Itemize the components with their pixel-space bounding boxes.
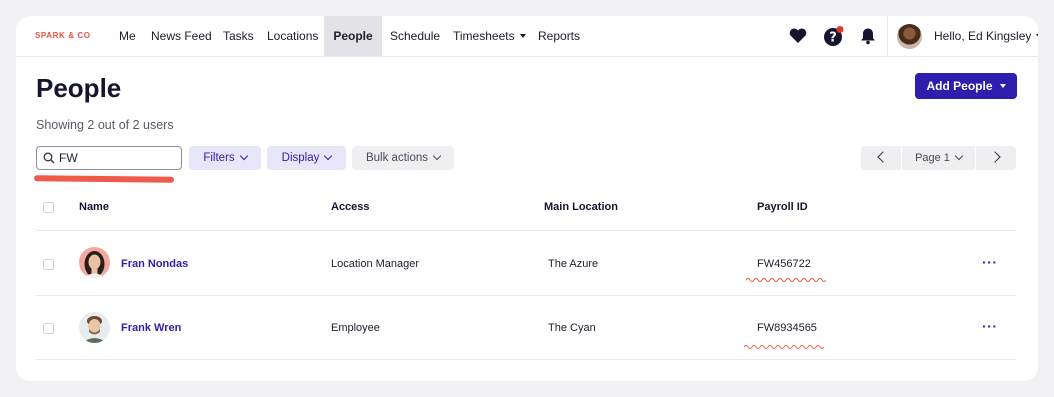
chevron-left-icon [876,151,889,163]
avatar [79,312,110,343]
annotation-squiggle [746,278,826,282]
person-name[interactable]: Fran Nondas [121,258,188,270]
chevron-down-icon [519,33,526,38]
chevron-down-icon [999,83,1006,88]
top-nav: SPARK & CO Me News Feed Tasks Locations … [16,16,1038,57]
search-icon [43,152,55,164]
payroll-cell: FW8934565 [757,322,817,334]
payroll-cell: FW456722 [757,258,811,270]
annotation-underline [33,175,175,183]
add-people-label: Add People [926,79,993,93]
nav-timesheets[interactable]: Timesheets [445,16,534,56]
column-header-payroll-id[interactable]: Payroll ID [757,201,808,213]
svg-text:?: ? [829,31,837,46]
chevron-down-icon [239,151,248,161]
prev-page-button[interactable] [861,146,901,170]
column-header-access[interactable]: Access [331,201,370,213]
user-menu[interactable]: Hello, Ed Kingsley [934,16,1038,56]
chevron-down-icon [1036,33,1038,38]
notification-dot-icon [836,26,844,33]
page-select[interactable]: Page 1 [902,146,975,170]
search-box[interactable] [36,146,182,170]
bulk-actions-button[interactable]: Bulk actions [352,146,454,170]
results-count: Showing 2 out of 2 users [36,118,174,132]
app-window: SPARK & CO Me News Feed Tasks Locations … [16,16,1038,381]
user-greeting: Hello, Ed Kingsley [934,29,1032,43]
location-cell: The Cyan [548,322,596,334]
divider [36,230,1016,231]
display-label: Display [281,152,320,164]
page-title: People [36,73,122,103]
user-avatar[interactable] [897,24,922,49]
nav-news-feed[interactable]: News Feed [143,16,220,56]
nav-tasks[interactable]: Tasks [215,16,262,56]
divider [36,295,1016,296]
page-label: Page 1 [915,152,950,164]
nav-me[interactable]: Me [111,16,144,56]
access-cell: Location Manager [331,258,420,270]
column-header-name[interactable]: Name [79,201,109,213]
avatar [79,247,110,278]
heart-icon[interactable] [788,26,808,46]
nav-reports[interactable]: Reports [530,16,588,56]
annotation-squiggle [744,345,824,349]
select-all-checkbox[interactable] [43,202,54,213]
row-checkbox[interactable] [43,323,54,334]
help-icon[interactable]: ? [823,26,844,46]
person-name[interactable]: Frank Wren [121,322,181,334]
access-cell: Employee [331,322,380,334]
nav-timesheets-label: Timesheets [453,29,515,43]
add-people-button[interactable]: Add People [915,73,1017,99]
nav-schedule[interactable]: Schedule [382,16,448,56]
brand-logo[interactable]: SPARK & CO [35,31,91,40]
chevron-down-icon [324,151,333,161]
row-checkbox[interactable] [43,259,54,270]
column-header-main-location[interactable]: Main Location [544,201,618,213]
divider [36,359,1016,360]
filters-label: Filters [203,152,235,164]
location-cell: The Azure [548,258,599,270]
search-input[interactable] [59,150,177,166]
bell-icon[interactable] [858,26,878,46]
display-button[interactable]: Display [267,146,346,170]
row-actions-button[interactable]: ··· [982,254,998,270]
filters-button[interactable]: Filters [189,146,261,170]
nav-divider [887,16,888,56]
nav-locations[interactable]: Locations [259,16,326,56]
chevron-down-icon [432,151,442,161]
chevron-right-icon [988,151,1001,163]
row-actions-button[interactable]: ··· [982,318,998,334]
next-page-button[interactable] [976,146,1016,170]
bulk-actions-label: Bulk actions [365,152,428,164]
chevron-down-icon [954,151,964,161]
nav-people[interactable]: People [324,16,382,56]
